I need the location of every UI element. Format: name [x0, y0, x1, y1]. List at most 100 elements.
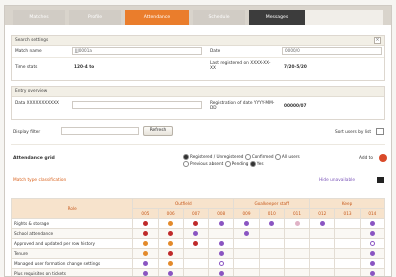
attendance-cell[interactable]: [233, 258, 260, 269]
attendance-cell[interactable]: [309, 258, 336, 269]
radio-option[interactable]: Confirmed: [244, 154, 274, 160]
attendance-cell[interactable]: [359, 258, 386, 269]
attendance-cell[interactable]: [233, 228, 260, 239]
attendance-cell[interactable]: [258, 218, 285, 229]
table-body: Rights & storage School attendance Approve…: [10, 218, 386, 276]
column-header[interactable]: 014: [359, 208, 386, 219]
attendance-cell[interactable]: [309, 238, 336, 249]
plus-circle-icon[interactable]: [379, 154, 387, 162]
attendance-cell[interactable]: [309, 228, 336, 239]
attendance-cell[interactable]: [258, 268, 285, 276]
attendance-cell[interactable]: [334, 258, 361, 269]
close-icon[interactable]: ×: [374, 37, 381, 44]
attendance-cell[interactable]: [258, 228, 285, 239]
attendance-cell[interactable]: [258, 258, 285, 269]
attendance-cell[interactable]: [334, 248, 361, 259]
column-header[interactable]: 013: [334, 208, 361, 219]
attendance-cell[interactable]: [182, 258, 210, 269]
attendance-cell[interactable]: [359, 248, 386, 259]
attendance-cell[interactable]: [208, 238, 235, 249]
attendance-cell[interactable]: [157, 238, 184, 249]
attendance-cell[interactable]: [283, 238, 311, 249]
attendance-cell[interactable]: [359, 228, 386, 239]
attendance-cell[interactable]: [182, 268, 210, 276]
status-dot-icon: [168, 221, 174, 226]
hide-unavailable-link[interactable]: Hide unavailable: [319, 178, 355, 183]
attendance-cell[interactable]: [258, 248, 285, 259]
attendance-cell[interactable]: [157, 258, 184, 269]
panel-title: Entry overview: [15, 89, 48, 94]
radio-option[interactable]: All users: [274, 154, 300, 160]
column-header[interactable]: 009: [233, 208, 260, 219]
window: Matches Profile Attendance Schedule Mess…: [4, 5, 392, 277]
list-icon[interactable]: [376, 128, 384, 135]
tab-profile[interactable]: Profile: [69, 10, 121, 25]
attendance-cell[interactable]: [182, 218, 210, 229]
attendance-cell[interactable]: [132, 228, 159, 239]
attendance-cell[interactable]: [157, 218, 184, 229]
match-name-field[interactable]: JJJ0001a: [72, 47, 202, 55]
attendance-cell[interactable]: [208, 218, 235, 229]
attendance-cell[interactable]: [182, 248, 210, 259]
attendance-cell[interactable]: [157, 268, 184, 276]
attendance-cell[interactable]: [132, 268, 159, 276]
attendance-cell[interactable]: [334, 228, 361, 239]
column-header[interactable]: 007: [182, 208, 210, 219]
refresh-button[interactable]: Refresh: [143, 126, 173, 136]
attendance-cell[interactable]: [132, 238, 159, 249]
column-header[interactable]: 010: [258, 208, 285, 219]
attendance-cell[interactable]: [233, 268, 260, 276]
attendance-cell[interactable]: [334, 238, 361, 249]
radio-option[interactable]: Yes: [249, 161, 264, 167]
radio-option[interactable]: Previous absent: [183, 161, 223, 167]
column-header[interactable]: 005: [132, 208, 159, 219]
data-field[interactable]: [72, 101, 202, 109]
attendance-cell[interactable]: [359, 238, 386, 249]
attendance-cell[interactable]: [157, 228, 184, 239]
panel-header: Entry overview: [12, 87, 384, 97]
attendance-cell[interactable]: [233, 238, 260, 249]
attendance-cell[interactable]: [283, 218, 311, 229]
radio-option[interactable]: Registered / Unregistered: [183, 154, 243, 160]
attendance-cell[interactable]: [334, 218, 361, 229]
attendance-cell[interactable]: [233, 248, 260, 259]
attendance-cell[interactable]: [283, 258, 311, 269]
tab-matches[interactable]: Matches: [13, 10, 65, 25]
tab-schedule[interactable]: Schedule: [193, 10, 245, 25]
attendance-cell[interactable]: [208, 258, 235, 269]
attendance-cell[interactable]: [182, 238, 210, 249]
date-field[interactable]: 0000/0: [282, 47, 382, 55]
attendance-cell[interactable]: [208, 228, 235, 239]
attendance-cell[interactable]: [309, 218, 336, 229]
attendance-cell[interactable]: [309, 248, 336, 259]
attendance-cell[interactable]: [132, 248, 159, 259]
column-header[interactable]: 006: [157, 208, 184, 219]
column-header[interactable]: 012: [309, 208, 336, 219]
attendance-cell[interactable]: [132, 218, 159, 229]
attendance-cell[interactable]: [132, 258, 159, 269]
match-type-link[interactable]: Match type classification: [13, 178, 66, 183]
attendance-cell[interactable]: [182, 228, 210, 239]
attendance-cell[interactable]: [359, 218, 386, 229]
group-header: Keep: [309, 198, 385, 209]
column-header[interactable]: 011: [283, 208, 311, 219]
attendance-cell[interactable]: [283, 228, 311, 239]
tab-attendance[interactable]: Attendance: [125, 10, 189, 25]
square-icon[interactable]: [377, 177, 384, 183]
role-column-header: Role: [10, 198, 134, 219]
attendance-cell[interactable]: [208, 268, 235, 276]
attendance-cell[interactable]: [157, 248, 184, 259]
tab-messages[interactable]: Messages: [249, 10, 305, 25]
attendance-cell[interactable]: [283, 268, 311, 276]
attendance-cell[interactable]: [208, 248, 235, 259]
attendance-cell[interactable]: [258, 238, 285, 249]
attendance-cell[interactable]: [359, 268, 386, 276]
column-header[interactable]: 008: [208, 208, 235, 219]
radio-option[interactable]: Pending: [224, 161, 248, 167]
attendance-cell[interactable]: [233, 218, 260, 229]
attendance-cell[interactable]: [334, 268, 361, 276]
status-dot-icon: [142, 271, 148, 276]
attendance-cell[interactable]: [283, 248, 311, 259]
attendance-cell[interactable]: [309, 268, 336, 276]
filter-input[interactable]: [61, 127, 139, 135]
